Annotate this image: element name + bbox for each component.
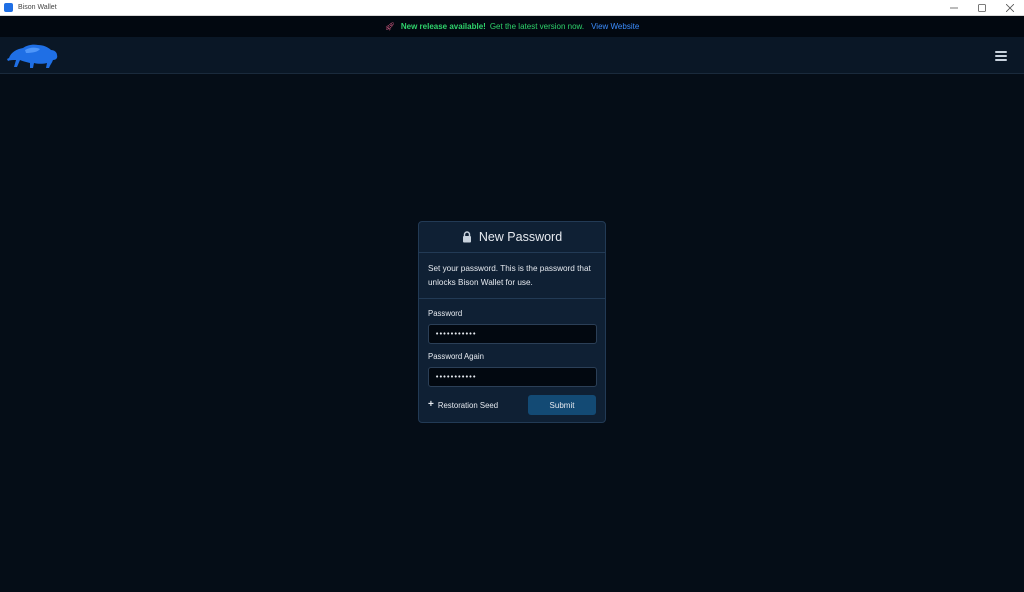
- submit-button[interactable]: Submit: [528, 395, 596, 415]
- release-banner: 🚀︎ New release available! Get the latest…: [0, 16, 1024, 37]
- menu-bar: [995, 55, 1007, 57]
- rocket-icon: 🚀︎: [384, 22, 395, 31]
- restoration-seed-label: Restoration Seed: [437, 400, 499, 410]
- password-input[interactable]: [428, 324, 597, 344]
- app-header: [0, 37, 1024, 74]
- card-description: Set your password. This is the password …: [419, 253, 605, 299]
- bison-logo[interactable]: [5, 42, 59, 70]
- card-header: New Password: [419, 222, 605, 253]
- password-again-input[interactable]: [428, 367, 597, 387]
- new-password-card: New Password Set your password. This is …: [418, 221, 606, 423]
- window-titlebar: Bison Wallet: [0, 0, 1024, 16]
- banner-headline: New release available!: [400, 22, 486, 31]
- menu-bar: [995, 59, 1007, 61]
- restoration-seed-toggle[interactable]: + Restoration Seed: [428, 400, 498, 410]
- password-form: Password Password Again + Restoration Se…: [419, 299, 605, 415]
- minimize-button[interactable]: [940, 0, 968, 16]
- maximize-icon: [978, 4, 986, 12]
- window-controls: [940, 0, 1024, 16]
- window-title: Bison Wallet: [18, 4, 57, 11]
- password-again-field-group: Password Again: [428, 352, 597, 387]
- menu-bar: [995, 51, 1007, 53]
- card-actions: + Restoration Seed Submit: [428, 395, 596, 415]
- card-title: New Password: [478, 230, 563, 244]
- hamburger-menu-icon[interactable]: [995, 50, 1007, 62]
- password-field-group: Password: [428, 309, 597, 344]
- main-content: New Password Set your password. This is …: [0, 74, 1024, 592]
- view-website-link[interactable]: View Website: [591, 22, 639, 31]
- close-window-button[interactable]: [996, 0, 1024, 16]
- close-icon: [1006, 4, 1014, 12]
- lock-icon: [462, 231, 471, 243]
- password-again-label: Password Again: [428, 352, 484, 361]
- bison-app-icon: [4, 3, 13, 12]
- maximize-button[interactable]: [968, 0, 996, 16]
- minimize-icon: [950, 7, 958, 9]
- password-label: Password: [428, 309, 463, 318]
- banner-text: Get the latest version now.: [489, 22, 585, 31]
- plus-icon: +: [428, 399, 434, 410]
